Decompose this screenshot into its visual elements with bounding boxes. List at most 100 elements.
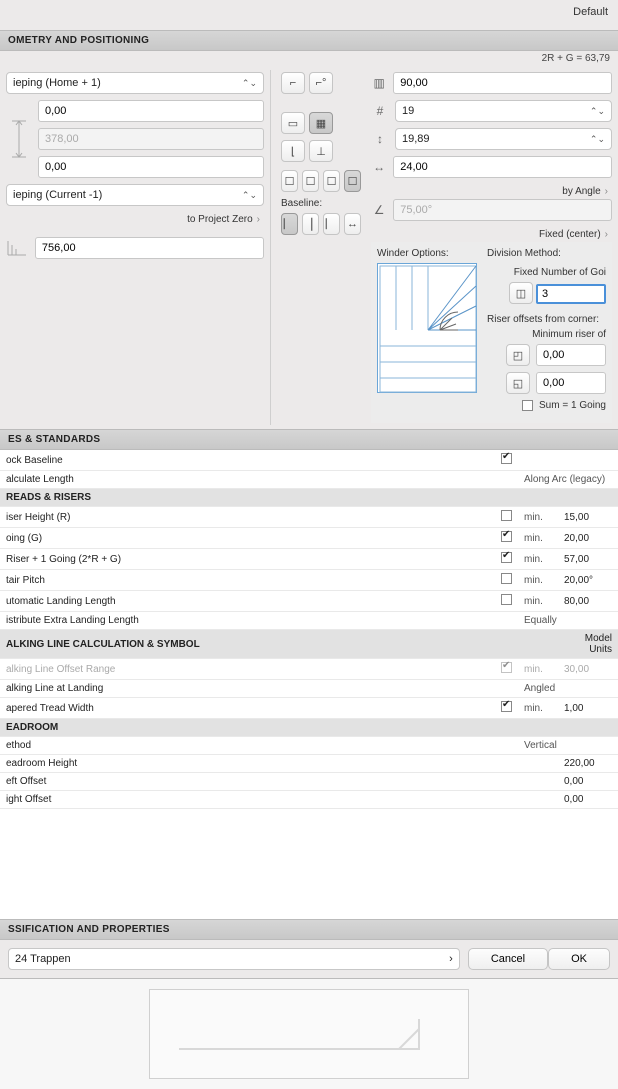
- table-row[interactable]: istribute Extra Landing LengthEqually: [0, 612, 618, 630]
- tread-input[interactable]: [393, 156, 612, 178]
- tread-icon: ↔: [371, 160, 387, 174]
- rise-total-input[interactable]: [393, 72, 612, 94]
- offset1-input[interactable]: [536, 344, 606, 366]
- baseline-center-button[interactable]: ⎥: [302, 213, 319, 235]
- thickness-input: [38, 128, 264, 150]
- table-row[interactable]: alculate LengthAlong Arc (legacy): [0, 471, 618, 489]
- chevron-updown-icon: ⌃⌄: [242, 78, 257, 89]
- headroom-header: EADROOM: [0, 719, 618, 737]
- tread-mode-a-button[interactable]: ▭: [281, 112, 305, 134]
- winder-type-4-button[interactable]: ☐: [344, 170, 361, 192]
- table-row[interactable]: eadroom Height220,00: [0, 755, 618, 773]
- fixed-goings-icon: ◫: [509, 282, 533, 304]
- baseline-left-button[interactable]: ⎸: [281, 213, 298, 235]
- sum-checkbox[interactable]: [522, 400, 533, 411]
- bottom-offset-input[interactable]: [38, 156, 264, 178]
- ok-button[interactable]: OK: [548, 948, 610, 970]
- top-offset-input[interactable]: [38, 100, 264, 122]
- total-height-input[interactable]: [35, 237, 264, 259]
- bottom-story-value: ieping (Current -1): [13, 189, 102, 201]
- risers-select[interactable]: 19⌃⌄: [395, 100, 612, 122]
- table-row[interactable]: alking Line Offset Rangemin.30,00: [0, 659, 618, 680]
- chevron-right-icon: ›: [605, 186, 608, 197]
- offset2-input[interactable]: [536, 372, 606, 394]
- chevron-updown-icon: ⌃⌄: [242, 190, 257, 201]
- table-row[interactable]: iser Height (R)min.15,00: [0, 507, 618, 528]
- winder-type-2-button[interactable]: ☐: [302, 170, 319, 192]
- model-units-label: Model Units: [558, 630, 618, 659]
- table-row[interactable]: alking Line at LandingAngled: [0, 680, 618, 698]
- checkbox[interactable]: [501, 510, 512, 521]
- winder-type-1-button[interactable]: ☐: [281, 170, 298, 192]
- top-story-value: ieping (Home + 1): [13, 77, 101, 89]
- table-row[interactable]: tair Pitchmin.20,00°: [0, 570, 618, 591]
- winder-options-panel: Winder Options:: [371, 242, 612, 423]
- sum-label: Sum = 1 Going: [539, 400, 606, 411]
- classification-select[interactable]: 24 Trappen ›: [8, 948, 460, 970]
- treads-risers-header: READS & RISERS: [0, 489, 618, 507]
- section-rules-header[interactable]: ES & STANDARDS: [0, 429, 618, 450]
- chevron-right-icon: ›: [449, 953, 453, 965]
- floorplan-preview: [149, 989, 469, 1079]
- project-zero-link[interactable]: to Project Zero›: [6, 212, 264, 227]
- chevron-right-icon: ›: [257, 214, 260, 225]
- section-geometry-header[interactable]: OMETRY AND POSITIONING: [0, 30, 618, 51]
- winder-type-3-button[interactable]: ☐: [323, 170, 340, 192]
- table-row[interactable]: apered Tread Widthmin.1,00: [0, 698, 618, 719]
- fixed-goings-input[interactable]: [536, 284, 606, 304]
- stair-type-b-button[interactable]: ⌐°: [309, 72, 333, 94]
- going-icon: ↕: [371, 132, 389, 146]
- tread-mode-b-button[interactable]: ▦: [309, 112, 333, 134]
- checkbox[interactable]: [501, 701, 512, 712]
- geometry-left-panel: ieping (Home + 1) ⌃⌄ ieping (Current -1)…: [0, 66, 270, 429]
- cancel-button[interactable]: Cancel: [468, 948, 548, 970]
- total-height-icon: [6, 227, 29, 269]
- checkbox[interactable]: [501, 552, 512, 563]
- formula-readout: 2R + G = 63,79: [0, 51, 618, 66]
- table-row[interactable]: eft Offset0,00: [0, 773, 618, 791]
- risers-icon: #: [371, 104, 389, 118]
- chevron-updown-icon: ⌃⌄: [590, 134, 605, 145]
- fixed-goings-label: Fixed Number of Goi: [487, 267, 606, 278]
- nosing-a-button[interactable]: ⌊: [281, 140, 305, 162]
- offset1-icon: ◰: [506, 344, 530, 366]
- by-angle-link[interactable]: by Angle›: [371, 184, 612, 199]
- table-row[interactable]: ethodVertical: [0, 737, 618, 755]
- stair-type-a-button[interactable]: ⌐: [281, 72, 305, 94]
- offset2-icon: ◱: [506, 372, 530, 394]
- top-story-select[interactable]: ieping (Home + 1) ⌃⌄: [6, 72, 264, 94]
- geometry-right-panel: ⌐ ⌐° ▭ ▦ ⌊ ⊥ ☐ ☐ ☐ ☐: [271, 66, 618, 429]
- checkbox[interactable]: [501, 531, 512, 542]
- nosing-b-button[interactable]: ⊥: [309, 140, 333, 162]
- checkbox[interactable]: [501, 573, 512, 584]
- table-row[interactable]: ight Offset0,00: [0, 791, 618, 809]
- walking-line-header: ALKING LINE CALCULATION & SYMBOL: [0, 630, 558, 659]
- table-row[interactable]: Riser + 1 Going (2*R + G)min.57,00: [0, 549, 618, 570]
- winder-diagram: [377, 263, 477, 393]
- section-class-header[interactable]: SSIFICATION AND PROPERTIES: [0, 919, 618, 940]
- preset-label[interactable]: Default: [573, 6, 608, 18]
- table-row[interactable]: utomatic Landing Lengthmin.80,00: [0, 591, 618, 612]
- stair-settings-dialog: Default OMETRY AND POSITIONING 2R + G = …: [0, 0, 618, 979]
- topbar: Default: [0, 0, 618, 30]
- top-offset-icon: [6, 118, 32, 160]
- table-row[interactable]: ock Baseline: [0, 450, 618, 471]
- chevron-right-icon: ›: [605, 229, 608, 240]
- riser-offsets-label: Riser offsets from corner:: [487, 314, 606, 325]
- lock-baseline-checkbox[interactable]: [501, 453, 512, 464]
- checkbox: [501, 662, 512, 673]
- checkbox[interactable]: [501, 594, 512, 605]
- bottom-story-select[interactable]: ieping (Current -1) ⌃⌄: [6, 184, 264, 206]
- table-row[interactable]: oing (G)min.20,00: [0, 528, 618, 549]
- fixed-center-link[interactable]: Fixed (center)›: [371, 227, 612, 242]
- baseline-label: Baseline:: [281, 198, 361, 209]
- angle-icon: ∠: [371, 203, 387, 217]
- winder-options-label: Winder Options:: [377, 248, 477, 259]
- baseline-offset-button[interactable]: ↔: [344, 213, 361, 235]
- rise-total-icon: ▥: [371, 76, 387, 90]
- baseline-right-button[interactable]: ⎸: [323, 213, 340, 235]
- going-select[interactable]: 19,89⌃⌄: [395, 128, 612, 150]
- chevron-updown-icon: ⌃⌄: [590, 106, 605, 117]
- angle-input: [393, 199, 612, 221]
- division-method-label: Division Method:: [487, 248, 606, 259]
